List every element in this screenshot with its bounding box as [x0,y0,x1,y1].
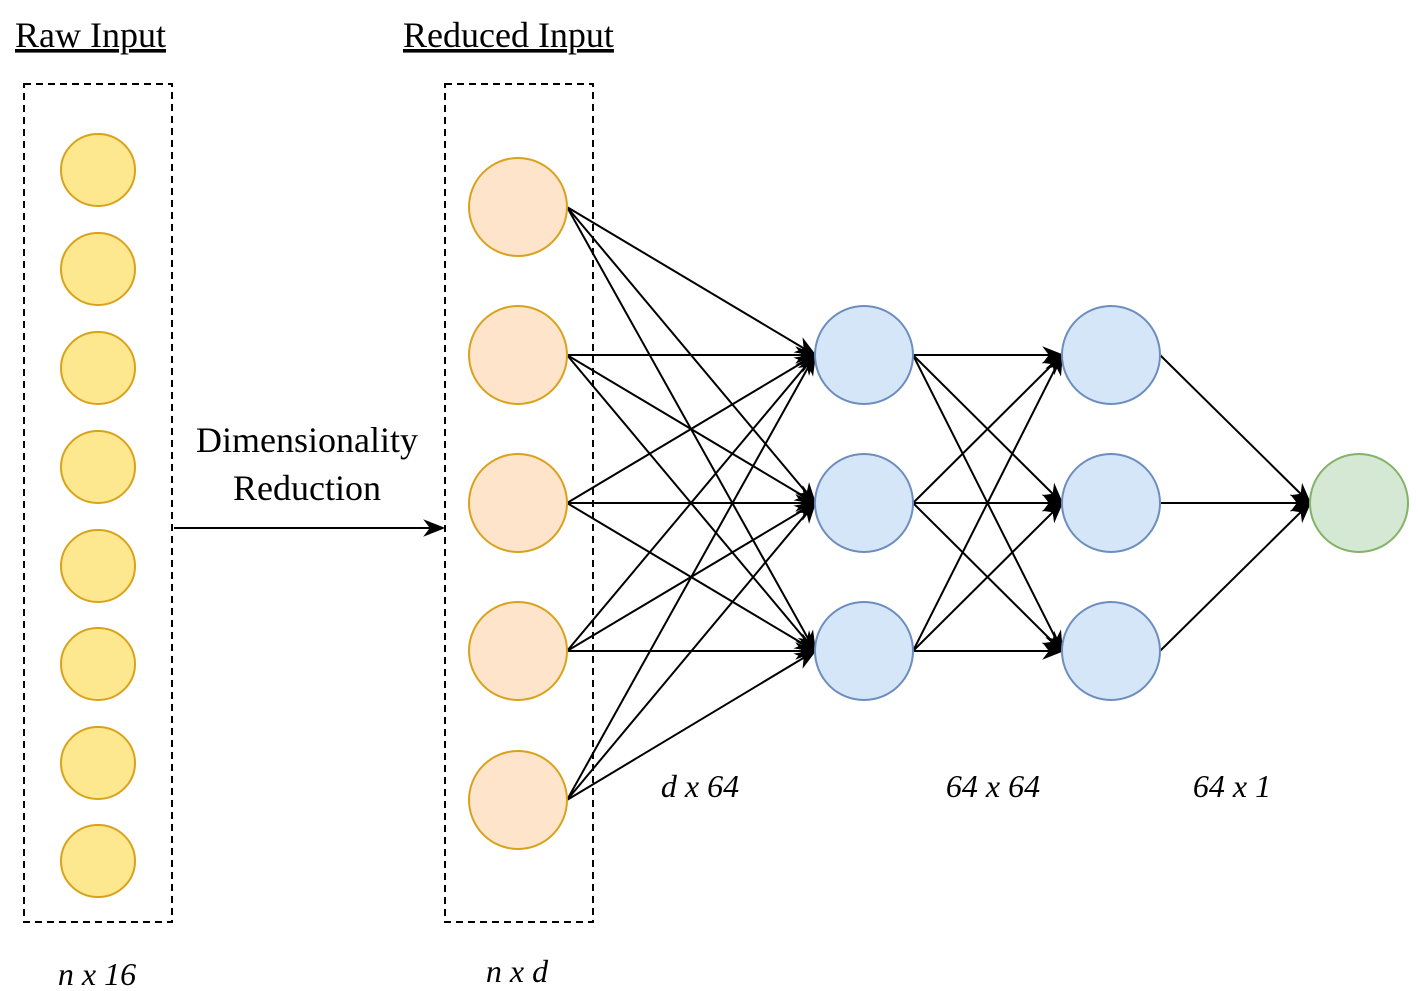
reduced-input-node [468,157,568,257]
reduction-label-line2: Reduction [233,468,381,508]
edge-reduced-input-4-to-hidden-1-0 [566,353,817,801]
raw-input-node [60,133,136,207]
layer3-dim-label: 64 x 1 [1193,768,1271,804]
hidden-1-node [814,601,914,701]
raw-input-node [60,430,136,504]
raw-input-node [60,232,136,306]
layer1-dim-label: d x 64 [661,768,739,804]
neural-network-diagram: Raw Input Reduced Input Dimensionality R… [15,15,1409,991]
reduction-label-line1: Dimensionality [196,420,418,460]
layer2-dim-label: 64 x 64 [946,768,1040,804]
reduced-input-title: Reduced Input [403,15,614,55]
hidden-2-node [1061,453,1161,553]
hidden-1-node [814,305,914,405]
edge-reduced-input-0-to-hidden-1-0 [566,206,817,357]
raw-input-node [60,331,136,405]
reduced-input-node [468,750,568,850]
reduced-input-node [468,305,568,405]
raw-dim-label: n x 16 [58,956,136,991]
raw-input-node [60,529,136,603]
raw-input-node [60,824,136,898]
edge-hidden-2-0-to-output-0 [1159,354,1312,505]
edge-hidden-2-2-to-output-0 [1159,501,1312,652]
raw-input-node [60,627,136,701]
reduced-input-node [468,601,568,701]
raw-input-node [60,726,136,800]
connections [566,206,1313,801]
hidden-1-node [814,453,914,553]
reduced-dim-label: n x d [486,953,549,989]
output-node [1309,453,1409,553]
hidden-2-node [1061,305,1161,405]
reduced-input-node [468,453,568,553]
raw-input-title: Raw Input [15,15,166,55]
hidden-2-node [1061,601,1161,701]
